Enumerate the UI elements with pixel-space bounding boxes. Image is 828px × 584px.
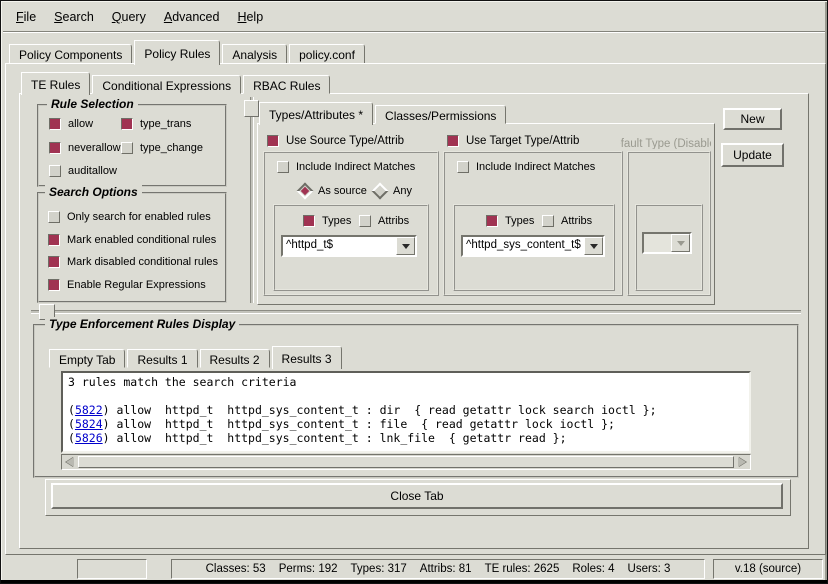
tab-results-2[interactable]: Results 2 (200, 349, 270, 368)
source-types-label: Types (322, 215, 351, 227)
checkbox-use-target-indicator (447, 135, 459, 147)
target-type-dropdown-icon[interactable] (584, 237, 603, 255)
tab-results-3[interactable]: Results 3 (272, 346, 342, 369)
types-attributes-content: Use Source Type/Attrib Include Indirect … (1, 1, 828, 584)
checkbox-source-attribs-indicator (359, 215, 371, 227)
tab-empty[interactable]: Empty Tab (49, 349, 125, 368)
source-type-value: ^httpd_t$ (283, 237, 396, 255)
tab-results-1[interactable]: Results 1 (127, 349, 197, 368)
checkbox-target-types[interactable]: Types (486, 215, 534, 227)
checkbox-use-target[interactable]: Use Target Type/Attrib (447, 135, 579, 147)
radio-as-source[interactable]: As source (299, 185, 367, 197)
checkbox-use-source[interactable]: Use Source Type/Attrib (267, 135, 404, 147)
default-type-dropdown-icon (671, 234, 690, 252)
checkbox-target-indirect[interactable]: Include Indirect Matches (457, 161, 595, 173)
checkbox-source-attribs[interactable]: Attribs (359, 215, 409, 227)
checkbox-source-types[interactable]: Types (303, 215, 351, 227)
checkbox-target-attribs[interactable]: Attribs (542, 215, 592, 227)
radio-as-source-label: As source (318, 185, 367, 197)
default-type-combobox (642, 232, 692, 254)
target-type-value: ^httpd_sys_content_t$ (463, 237, 584, 255)
apol-window: File Search Query Advanced Help Policy C… (0, 0, 828, 584)
results-tab-bar: Empty Tab Results 1 Results 2 Results 3 (49, 343, 344, 368)
checkbox-source-indirect[interactable]: Include Indirect Matches (277, 161, 415, 173)
checkbox-target-indirect-indicator (457, 161, 469, 173)
source-indirect-label: Include Indirect Matches (296, 161, 415, 173)
target-indirect-label: Include Indirect Matches (476, 161, 595, 173)
checkbox-source-types-indicator (303, 215, 315, 227)
target-types-label: Types (505, 215, 534, 227)
target-type-combobox[interactable]: ^httpd_sys_content_t$ (461, 235, 605, 257)
radio-any-label: Any (393, 185, 412, 197)
use-target-label: Use Target Type/Attrib (466, 135, 579, 147)
source-type-combobox[interactable]: ^httpd_t$ (281, 235, 417, 257)
checkbox-target-types-indicator (486, 215, 498, 227)
source-attribs-label: Attribs (378, 215, 409, 227)
checkbox-source-indirect-indicator (277, 161, 289, 173)
te-rules-content: Rule Selection allow type_trans neverall… (1, 1, 828, 584)
update-button[interactable]: Update (721, 143, 784, 167)
tab-policy-rules[interactable]: Policy Rules (134, 40, 220, 65)
default-type-value (644, 234, 671, 252)
default-type-label-clip: Default Type (Disabled (620, 134, 711, 149)
radio-any-indicator (372, 183, 389, 200)
checkbox-use-source-indicator (267, 135, 279, 147)
radio-as-source-indicator (297, 183, 314, 200)
use-source-label: Use Source Type/Attrib (286, 135, 404, 147)
default-type-label: Default Type (Disabled (620, 138, 711, 149)
checkbox-target-attribs-indicator (542, 215, 554, 227)
radio-any[interactable]: Any (374, 185, 412, 197)
new-button[interactable]: New (723, 108, 782, 130)
source-type-dropdown-icon[interactable] (396, 237, 415, 255)
target-attribs-label: Attribs (561, 215, 592, 227)
